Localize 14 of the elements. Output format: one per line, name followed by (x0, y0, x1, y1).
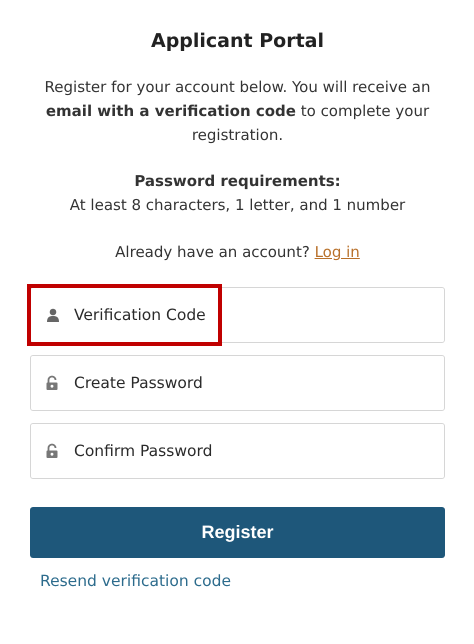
page-title: Applicant Portal (150, 30, 325, 53)
lock-icon (46, 376, 58, 391)
register-button[interactable]: Register (30, 507, 445, 558)
lock-icon (46, 444, 58, 459)
input-field[interactable]: Verification Code (30, 287, 445, 344)
login-link[interactable]: Log in (314, 242, 360, 261)
user-icon (46, 308, 60, 322)
requirements-text: At least 8 characters, 1 letter, and 1 number (68, 194, 406, 216)
requirements-heading: Password requirements: (133, 170, 342, 192)
intro-text: Register for your account below. You will receive an email with a verification code to complete your registration. (44, 76, 432, 146)
input-field[interactable]: Create Password (30, 355, 445, 412)
login-prompt: Already have an account? (115, 242, 310, 261)
input-field[interactable]: Confirm Password (30, 423, 445, 480)
resend-link[interactable]: Resend verification code (40, 570, 231, 594)
